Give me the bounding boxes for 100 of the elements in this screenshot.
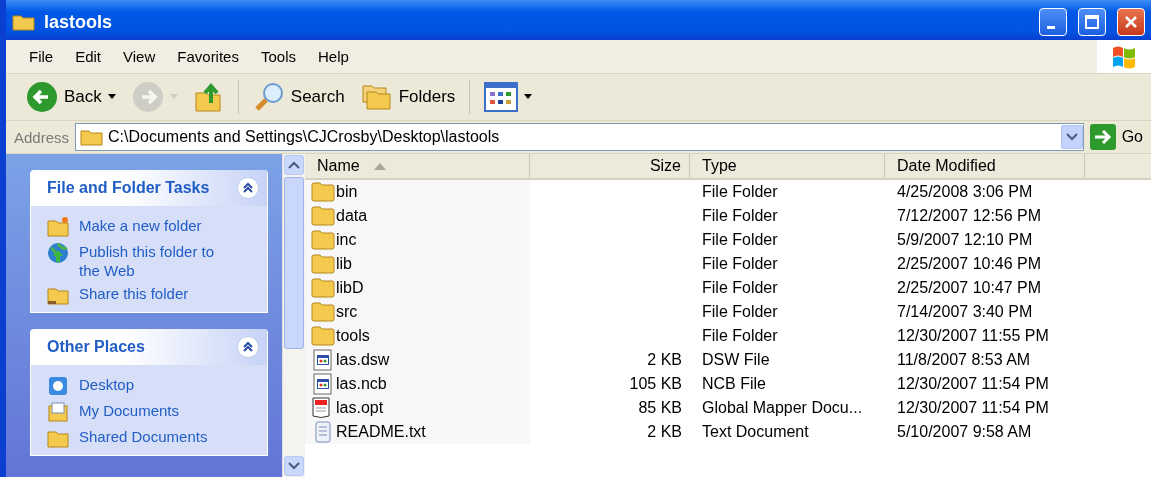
folders-icon: [360, 82, 393, 112]
minimize-button[interactable]: [1039, 8, 1067, 36]
file-type: Global Mapper Docu...: [702, 399, 863, 417]
folder-icon: [80, 127, 105, 147]
minimize-icon: [1047, 25, 1055, 29]
date-modified: 12/30/2007 11:55 PM: [897, 327, 1049, 345]
folder-icon: [311, 205, 335, 227]
task-link[interactable]: Publish this folder to the Web: [47, 242, 259, 280]
file-type: File Folder: [702, 279, 778, 297]
file-name[interactable]: las.opt: [336, 399, 384, 417]
dropdown-button[interactable]: [1060, 125, 1083, 149]
file-type: File Folder: [702, 303, 778, 321]
date-modified: 2/25/2007 10:46 PM: [897, 255, 1042, 273]
panel-title: File and Folder Tasks: [47, 179, 210, 197]
column-header[interactable]: Date Modified: [885, 154, 1085, 178]
folder-icon: [311, 325, 335, 347]
file-type: File Folder: [702, 231, 778, 249]
scroll-up-button[interactable]: [284, 155, 304, 175]
file-name[interactable]: libD: [336, 279, 364, 297]
collapse-button[interactable]: [237, 336, 259, 358]
task-link[interactable]: Shared Documents: [47, 427, 259, 449]
file-size: 85 KB: [638, 399, 682, 417]
file-size: 2 KB: [647, 351, 682, 369]
file-type: File Folder: [702, 207, 778, 225]
file-name[interactable]: las.dsw: [336, 351, 390, 369]
date-modified: 12/30/2007 11:54 PM: [897, 399, 1049, 417]
chevron-up-icon: [288, 161, 300, 169]
folder-icon: [311, 253, 335, 275]
folder-icon: [12, 12, 36, 32]
caret-icon: [107, 94, 116, 100]
sort-arrow-icon: [373, 162, 386, 170]
column-header[interactable]: Type: [690, 154, 885, 178]
chevron-down-icon: [288, 462, 300, 470]
file-name[interactable]: las.ncb: [336, 375, 387, 393]
menu-item[interactable]: View: [112, 48, 167, 65]
task-link[interactable]: Make a new folder: [47, 216, 259, 238]
file-name[interactable]: bin: [336, 183, 358, 201]
window-title: lastools: [44, 11, 113, 33]
date-modified: 7/12/2007 12:56 PM: [897, 207, 1042, 225]
date-modified: 11/8/2007 8:53 AM: [897, 351, 1031, 369]
column-header[interactable]: Size: [530, 154, 690, 178]
task-link[interactable]: My Documents: [47, 401, 259, 423]
file-type: File Folder: [702, 255, 778, 273]
menu-item[interactable]: File: [18, 48, 65, 65]
go-button[interactable]: Go: [1089, 124, 1151, 150]
menu-item[interactable]: Edit: [64, 48, 113, 65]
date-modified: 12/30/2007 11:54 PM: [897, 375, 1049, 393]
caret-icon: [524, 94, 533, 100]
chevron-icon: [242, 182, 254, 194]
documents-icon: [47, 401, 69, 423]
arrow-circle-icon: [131, 81, 164, 113]
menu-item[interactable]: Favorites: [166, 48, 250, 65]
folder-icon: [311, 277, 335, 299]
maximize-button[interactable]: [1078, 8, 1106, 36]
folder-icon: [311, 229, 335, 251]
search-button[interactable]: Search: [246, 79, 351, 115]
collapse-button[interactable]: [237, 177, 259, 199]
arrow-circle-icon: [26, 81, 58, 113]
chevron-icon: [242, 341, 254, 353]
file-type: File Folder: [702, 327, 778, 345]
views-icon: [484, 82, 519, 112]
date-modified: 5/10/2007 9:58 AM: [897, 423, 1032, 441]
maximize-icon: [1084, 14, 1100, 30]
task-link[interactable]: Desktop: [47, 375, 259, 397]
file-name[interactable]: data: [336, 207, 368, 225]
file-name[interactable]: tools: [336, 327, 370, 345]
date-modified: 2/25/2007 10:47 PM: [897, 279, 1042, 297]
scroll-down-button[interactable]: [284, 456, 304, 476]
file-type: Text Document: [702, 423, 809, 441]
file-name[interactable]: src: [336, 303, 358, 321]
scroll-thumb[interactable]: [284, 177, 304, 349]
menu-item[interactable]: Help: [307, 48, 360, 65]
column-header[interactable]: Name: [305, 154, 530, 178]
file-type: NCB File: [702, 375, 766, 393]
address-label: Address: [14, 128, 70, 146]
folders-button[interactable]: Folders: [354, 80, 462, 114]
folder-icon: [311, 301, 335, 323]
back-button[interactable]: Back: [20, 79, 122, 115]
close-icon: [1123, 14, 1139, 30]
arrow-right-icon: [1089, 124, 1116, 150]
caret-icon: [169, 94, 178, 100]
menu-item[interactable]: Tools: [249, 48, 307, 65]
file-size: 105 KB: [629, 375, 682, 393]
file-type: DSW File: [702, 351, 770, 369]
folder-up-icon: [193, 81, 224, 113]
file-size: 2 KB: [647, 423, 682, 441]
date-modified: 5/9/2007 12:10 PM: [897, 231, 1033, 249]
chevron-down-icon: [1065, 133, 1078, 141]
panel-title: Other Places: [47, 338, 145, 356]
folder-icon: [47, 216, 69, 238]
globe-icon: [47, 242, 69, 264]
task-link[interactable]: Share this folder: [47, 284, 259, 306]
date-modified: 4/25/2008 3:06 PM: [897, 183, 1033, 201]
file-name[interactable]: lib: [336, 255, 352, 273]
file-name[interactable]: inc: [336, 231, 357, 249]
desktop-icon: [47, 375, 69, 397]
close-button[interactable]: [1117, 8, 1145, 36]
folder-icon: [311, 181, 335, 203]
vertical-scrollbar[interactable]: [282, 154, 305, 477]
address-field[interactable]: C:\Documents and Settings\CJCrosby\Desktop\lastools: [75, 123, 1084, 151]
